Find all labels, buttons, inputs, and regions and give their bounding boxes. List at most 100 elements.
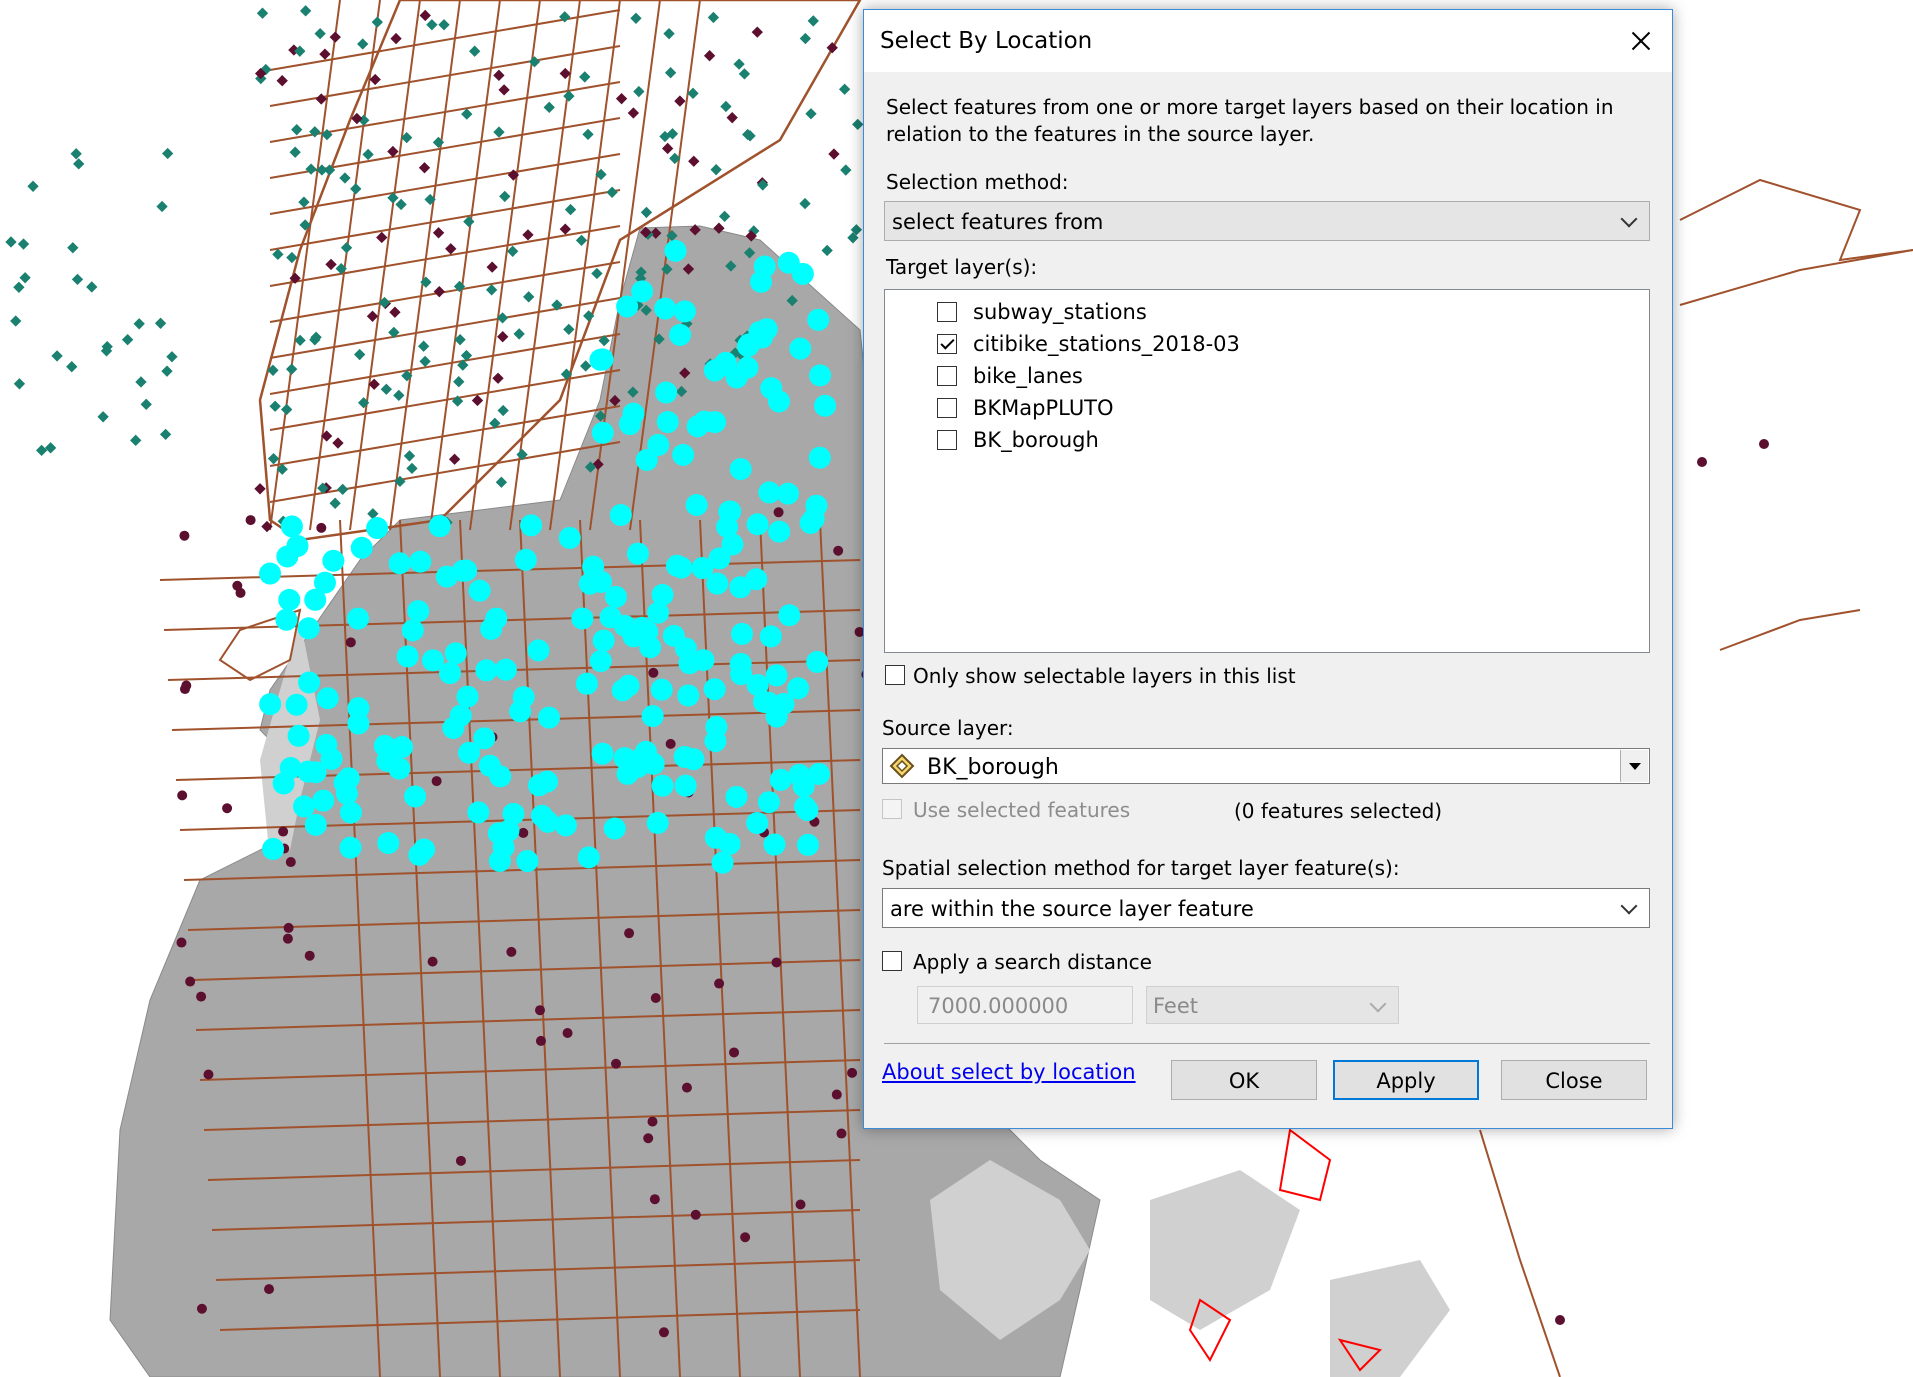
station-point xyxy=(805,108,817,120)
source-layer-dropdown[interactable]: BK_borough xyxy=(882,748,1650,784)
station-point xyxy=(493,126,505,138)
station-point xyxy=(432,227,445,239)
subway-station-point xyxy=(624,928,635,939)
target-layer-checkbox[interactable] xyxy=(937,302,957,322)
target-layer-checkbox[interactable] xyxy=(937,366,957,386)
selection-method-value: select features from xyxy=(892,210,1104,234)
selected-station-point xyxy=(753,255,776,278)
station-point xyxy=(485,284,498,296)
target-layers-label: Target layer(s): xyxy=(886,255,1038,279)
selected-station-point xyxy=(262,837,285,860)
dropdown-arrow-icon[interactable] xyxy=(1620,750,1648,782)
search-distance-checkbox[interactable] xyxy=(882,951,902,971)
target-layer-checkbox[interactable] xyxy=(937,398,957,418)
station-point xyxy=(707,11,720,24)
station-point xyxy=(276,75,288,87)
chevron-down-icon xyxy=(1620,897,1638,915)
station-point xyxy=(799,197,811,210)
selected-station-point xyxy=(677,684,700,707)
subway-station-point xyxy=(847,1067,858,1078)
selected-station-point xyxy=(746,812,769,835)
station-point xyxy=(70,148,82,160)
apply-button[interactable]: Apply xyxy=(1333,1060,1479,1100)
selected-station-point xyxy=(765,664,788,687)
selected-station-point xyxy=(656,411,679,434)
selected-station-point xyxy=(512,686,535,709)
station-point xyxy=(325,258,337,271)
station-point xyxy=(329,31,341,43)
selection-method-dropdown[interactable]: select features from xyxy=(884,201,1650,241)
selected-station-point xyxy=(609,503,632,526)
station-point xyxy=(591,267,603,280)
selected-station-point xyxy=(312,789,335,812)
selected-station-point xyxy=(272,772,295,795)
close-icon[interactable] xyxy=(1606,10,1672,72)
subway-station-point xyxy=(562,1027,573,1038)
station-point xyxy=(582,128,594,141)
close-button[interactable]: Close xyxy=(1501,1060,1647,1100)
selected-station-point xyxy=(769,768,792,791)
distance-unit-dropdown[interactable]: Feet xyxy=(1146,986,1399,1024)
selected-station-point xyxy=(626,542,649,565)
selected-station-point xyxy=(669,323,692,346)
selected-station-point xyxy=(777,482,800,505)
target-layers-list[interactable]: subway_stations citibike_stations_2018-0… xyxy=(884,289,1650,653)
selected-station-point xyxy=(259,562,282,585)
only-selectable-checkbox[interactable] xyxy=(885,665,905,685)
subway-station-point xyxy=(650,993,661,1004)
selected-station-point xyxy=(788,763,811,786)
use-selected-checkbox[interactable] xyxy=(882,799,902,819)
station-point xyxy=(154,317,167,329)
selected-station-point xyxy=(647,433,670,456)
street-line xyxy=(1679,249,1913,306)
selected-station-point xyxy=(292,795,315,818)
selected-station-point xyxy=(662,624,685,647)
station-point xyxy=(390,32,402,45)
subway-station-point xyxy=(185,976,196,987)
station-point xyxy=(751,26,763,38)
subway-station-point xyxy=(773,507,784,518)
ok-button[interactable]: OK xyxy=(1171,1060,1317,1100)
selected-station-point xyxy=(711,851,734,874)
subway-station-point xyxy=(278,826,289,837)
selected-station-point xyxy=(678,652,701,675)
selected-station-point xyxy=(401,619,424,642)
spatial-method-dropdown[interactable]: are within the source layer feature xyxy=(882,888,1650,928)
selected-station-point xyxy=(485,607,508,630)
selected-station-point xyxy=(706,572,729,595)
subway-station-point xyxy=(795,1199,806,1210)
selected-station-point xyxy=(278,588,301,611)
selected-station-point xyxy=(746,513,769,536)
station-point xyxy=(97,411,109,423)
selected-station-point xyxy=(797,833,820,856)
about-select-by-location-link[interactable]: About select by location xyxy=(882,1060,1136,1084)
selected-station-point xyxy=(591,348,614,371)
station-point xyxy=(389,306,401,318)
selected-station-point xyxy=(721,533,744,556)
selected-station-point xyxy=(259,693,282,716)
station-point xyxy=(357,38,369,50)
station-point xyxy=(380,383,392,395)
subway-station-point xyxy=(1555,1315,1565,1325)
selected-station-point xyxy=(655,381,678,404)
station-point xyxy=(13,378,26,390)
subway-station-point xyxy=(771,957,782,968)
station-point xyxy=(35,444,48,457)
station-point xyxy=(469,45,481,57)
selected-station-point xyxy=(276,545,299,568)
target-layer-checkbox[interactable] xyxy=(937,334,957,354)
selected-station-point xyxy=(452,559,475,582)
dialog-titlebar[interactable]: Select By Location xyxy=(864,10,1672,72)
selected-station-point xyxy=(304,761,327,784)
station-point xyxy=(615,93,628,105)
station-point xyxy=(461,108,473,120)
search-distance-input[interactable]: 7000.000000 xyxy=(917,986,1133,1024)
subway-station-point xyxy=(285,857,296,868)
selected-station-point xyxy=(670,556,693,579)
station-point xyxy=(17,238,30,250)
target-layer-label: BKMapPLUTO xyxy=(973,396,1114,420)
selected-station-point xyxy=(745,568,768,591)
subway-station-point xyxy=(535,1035,546,1046)
target-layer-checkbox[interactable] xyxy=(937,430,957,450)
subway-station-point xyxy=(176,937,187,948)
